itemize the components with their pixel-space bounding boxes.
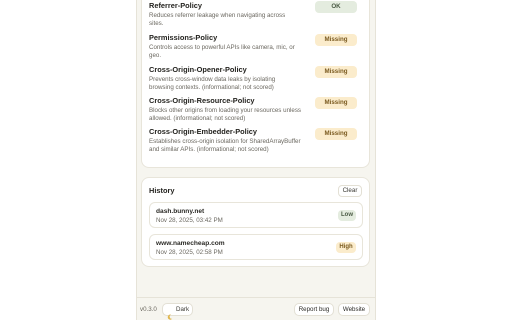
report-bug-button[interactable]: Report bug <box>294 303 334 316</box>
footer-divider <box>137 297 375 298</box>
history-host: dash.bunny.net <box>156 208 205 215</box>
policy-description: Controls access to powerful APIs like ca… <box>149 44 295 60</box>
moon-icon <box>167 307 173 320</box>
history-title: History <box>149 186 175 195</box>
status-badge: OK <box>315 1 357 13</box>
history-item[interactable]: dash.bunny.net Nov 28, 2025, 03:42 PM Lo… <box>149 202 363 228</box>
clear-history-button[interactable]: Clear <box>338 185 362 197</box>
grade-badge: High <box>336 242 356 253</box>
policy-permissions: Permissions-Policy Controls access to po… <box>149 33 364 61</box>
history-date: Nov 28, 2025, 02:58 PM <box>156 249 223 256</box>
status-badge: Missing <box>315 128 357 140</box>
policy-description: Reduces referrer leakage when navigating… <box>149 12 286 28</box>
policy-description: Blocks other origins from loading your r… <box>149 107 302 123</box>
grade-badge: Low <box>338 210 356 221</box>
status-badge: Missing <box>315 97 357 109</box>
policy-coop: Cross-Origin-Opener-Policy Prevents cros… <box>149 65 364 93</box>
history-host: www.namecheap.com <box>156 240 225 247</box>
status-badge: Missing <box>315 34 357 46</box>
policy-referrer: Referrer-Policy Reduces referrer leakage… <box>149 1 364 29</box>
theme-label: Dark <box>176 306 190 313</box>
website-button[interactable]: Website <box>338 303 370 316</box>
history-card: History Clear dash.bunny.net Nov 28, 202… <box>141 177 370 267</box>
history-date: Nov 28, 2025, 03:42 PM <box>156 217 223 224</box>
policy-corp: Cross-Origin-Resource-Policy Blocks othe… <box>149 96 364 124</box>
version-label: v0.3.0 <box>140 306 157 313</box>
theme-toggle-button[interactable]: Dark <box>162 303 193 320</box>
policy-description: Establishes cross-origin isolation for S… <box>149 138 301 154</box>
policy-coep: Cross-Origin-Embedder-Policy Establishes… <box>149 127 364 155</box>
status-badge: Missing <box>315 66 357 78</box>
security-headers-card: Referrer-Policy Reduces referrer leakage… <box>141 0 370 168</box>
history-item[interactable]: www.namecheap.com Nov 28, 2025, 02:58 PM… <box>149 234 363 260</box>
policy-description: Prevents cross-window data leaks by isol… <box>149 76 276 92</box>
